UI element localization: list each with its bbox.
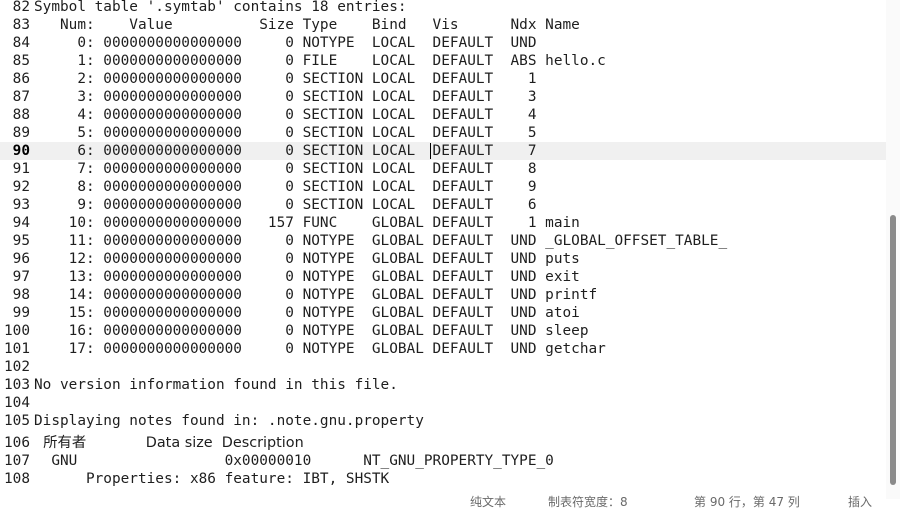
- editor-line[interactable]: 108 Properties: x86 feature: IBT, SHSTK: [0, 470, 886, 488]
- line-number: 82: [12, 0, 30, 15]
- editor-line[interactable]: 104: [0, 394, 886, 412]
- line-number: 94: [12, 215, 30, 231]
- line-text: 11: 0000000000000000 0 NOTYPE GLOBAL DEF…: [34, 233, 728, 249]
- line-number: 108: [4, 471, 30, 487]
- line-number: 85: [12, 53, 30, 69]
- line-number: 84: [12, 35, 30, 51]
- editor-line[interactable]: 91 7: 0000000000000000 0 SECTION LOCAL D…: [0, 160, 886, 178]
- line-text: 14: 0000000000000000 0 NOTYPE GLOBAL DEF…: [34, 287, 598, 303]
- line-text: 所有者 Data size Description: [34, 435, 304, 451]
- line-number: 90: [12, 143, 30, 159]
- line-text: Symbol table '.symtab' contains 18 entri…: [34, 0, 407, 15]
- editor-line[interactable]: 87 3: 0000000000000000 0 SECTION LOCAL D…: [0, 88, 886, 106]
- editor-line[interactable]: 82 Symbol table '.symtab' contains 18 ent…: [0, 0, 886, 16]
- editor-line[interactable]: 96 12: 0000000000000000 0 NOTYPE GLOBAL …: [0, 250, 886, 268]
- editor-line[interactable]: 88 4: 0000000000000000 0 SECTION LOCAL D…: [0, 106, 886, 124]
- line-text: GNU 0x00000010 NT_GNU_PROPERTY_TYPE_0: [34, 453, 554, 469]
- line-text: 0: 0000000000000000 0 NOTYPE LOCAL DEFAU…: [34, 35, 546, 51]
- line-text: 1: 0000000000000000 0 FILE LOCAL DEFAULT…: [34, 53, 606, 69]
- status-bar: 纯文本 制表符宽度：8 第 90 行，第 47 列 插入: [0, 490, 900, 510]
- editor-line[interactable]: 95 11: 0000000000000000 0 NOTYPE GLOBAL …: [0, 232, 886, 250]
- line-text: Displaying notes found in: .note.gnu.pro…: [34, 413, 424, 429]
- line-text: 4: 0000000000000000 0 SECTION LOCAL DEFA…: [34, 107, 546, 123]
- line-number: 87: [12, 89, 30, 105]
- line-number: 103: [4, 377, 30, 393]
- language-selector[interactable]: 纯文本: [470, 493, 506, 510]
- editor-line[interactable]: 101 17: 0000000000000000 0 NOTYPE GLOBAL…: [0, 340, 886, 358]
- editor-line[interactable]: 107 GNU 0x00000010 NT_GNU_PROPERTY_TYPE_…: [0, 452, 886, 470]
- editor-line[interactable]: 94 10: 0000000000000000 157 FUNC GLOBAL …: [0, 214, 886, 232]
- line-number: 105: [4, 413, 30, 429]
- editor-line[interactable]: 85 1: 0000000000000000 0 FILE LOCAL DEFA…: [0, 52, 886, 70]
- line-number: 101: [4, 341, 30, 357]
- line-number: 106: [4, 435, 30, 451]
- line-number: 89: [12, 125, 30, 141]
- scrollbar-thumb[interactable]: [890, 215, 896, 485]
- line-text: 7: 0000000000000000 0 SECTION LOCAL DEFA…: [34, 161, 546, 177]
- text-editor[interactable]: 82 Symbol table '.symtab' contains 18 ent…: [0, 0, 886, 499]
- line-text: 5: 0000000000000000 0 SECTION LOCAL DEFA…: [34, 125, 546, 141]
- editor-line[interactable]: 103 No version information found in this …: [0, 376, 886, 394]
- line-text: 15: 0000000000000000 0 NOTYPE GLOBAL DEF…: [34, 305, 580, 321]
- text-cursor: [430, 143, 431, 159]
- editor-line[interactable]: 89 5: 0000000000000000 0 SECTION LOCAL D…: [0, 124, 886, 142]
- editor-line[interactable]: 98 14: 0000000000000000 0 NOTYPE GLOBAL …: [0, 286, 886, 304]
- vertical-scrollbar[interactable]: [886, 0, 900, 499]
- editor-line[interactable]: 84 0: 0000000000000000 0 NOTYPE LOCAL DE…: [0, 34, 886, 52]
- line-number: 91: [12, 161, 30, 177]
- cursor-position[interactable]: 第 90 行，第 47 列: [694, 493, 800, 510]
- editor-line[interactable]: 93 9: 0000000000000000 0 SECTION LOCAL D…: [0, 196, 886, 214]
- line-text: 6: 0000000000000000 0 SECTION LOCAL DEFA…: [34, 143, 546, 159]
- editor-line[interactable]: 105 Displaying notes found in: .note.gnu.…: [0, 412, 886, 430]
- line-number: 104: [4, 395, 30, 411]
- editor-line[interactable]: 86 2: 0000000000000000 0 SECTION LOCAL D…: [0, 70, 886, 88]
- line-number: 88: [12, 107, 30, 123]
- editor-line[interactable]: 90 6: 0000000000000000 0 SECTION LOCAL D…: [0, 142, 886, 160]
- line-number: 93: [12, 197, 30, 213]
- line-text: 13: 0000000000000000 0 NOTYPE GLOBAL DEF…: [34, 269, 580, 285]
- editor-line[interactable]: 99 15: 0000000000000000 0 NOTYPE GLOBAL …: [0, 304, 886, 322]
- line-text: 3: 0000000000000000 0 SECTION LOCAL DEFA…: [34, 89, 546, 105]
- editor-line[interactable]: 102: [0, 358, 886, 376]
- editor-line[interactable]: 100 16: 0000000000000000 0 NOTYPE GLOBAL…: [0, 322, 886, 340]
- line-number: 102: [4, 359, 30, 375]
- tab-width-selector[interactable]: 制表符宽度：8: [548, 493, 628, 510]
- insert-mode: 插入: [848, 495, 873, 509]
- line-number: 99: [12, 305, 30, 321]
- line-text: Num: Value Size Type Bind Vis Ndx Name: [34, 17, 580, 33]
- line-number: 100: [4, 323, 30, 339]
- line-number: 97: [12, 269, 30, 285]
- line-text: 8: 0000000000000000 0 SECTION LOCAL DEFA…: [34, 179, 546, 195]
- line-number: 96: [12, 251, 30, 267]
- line-text: 12: 0000000000000000 0 NOTYPE GLOBAL DEF…: [34, 251, 580, 267]
- line-number: 92: [12, 179, 30, 195]
- editor-line[interactable]: 97 13: 0000000000000000 0 NOTYPE GLOBAL …: [0, 268, 886, 286]
- line-number: 83: [12, 17, 30, 33]
- line-text: No version information found in this fil…: [34, 377, 398, 393]
- editor-line[interactable]: 83 Num: Value Size Type Bind Vis Ndx Nam…: [0, 16, 886, 34]
- editor-line[interactable]: 92 8: 0000000000000000 0 SECTION LOCAL D…: [0, 178, 886, 196]
- line-text: 10: 0000000000000000 157 FUNC GLOBAL DEF…: [34, 215, 580, 231]
- line-text: Properties: x86 feature: IBT, SHSTK: [34, 471, 390, 487]
- line-number: 98: [12, 287, 30, 303]
- editor-line[interactable]: 106 所有者 Data size Description: [0, 434, 886, 452]
- line-number: 107: [4, 453, 30, 469]
- line-number: 86: [12, 71, 30, 87]
- line-text: 17: 0000000000000000 0 NOTYPE GLOBAL DEF…: [34, 341, 606, 357]
- line-text: 9: 0000000000000000 0 SECTION LOCAL DEFA…: [34, 197, 546, 213]
- line-text: 16: 0000000000000000 0 NOTYPE GLOBAL DEF…: [34, 323, 589, 339]
- line-number: 95: [12, 233, 30, 249]
- line-text: 2: 0000000000000000 0 SECTION LOCAL DEFA…: [34, 71, 546, 87]
